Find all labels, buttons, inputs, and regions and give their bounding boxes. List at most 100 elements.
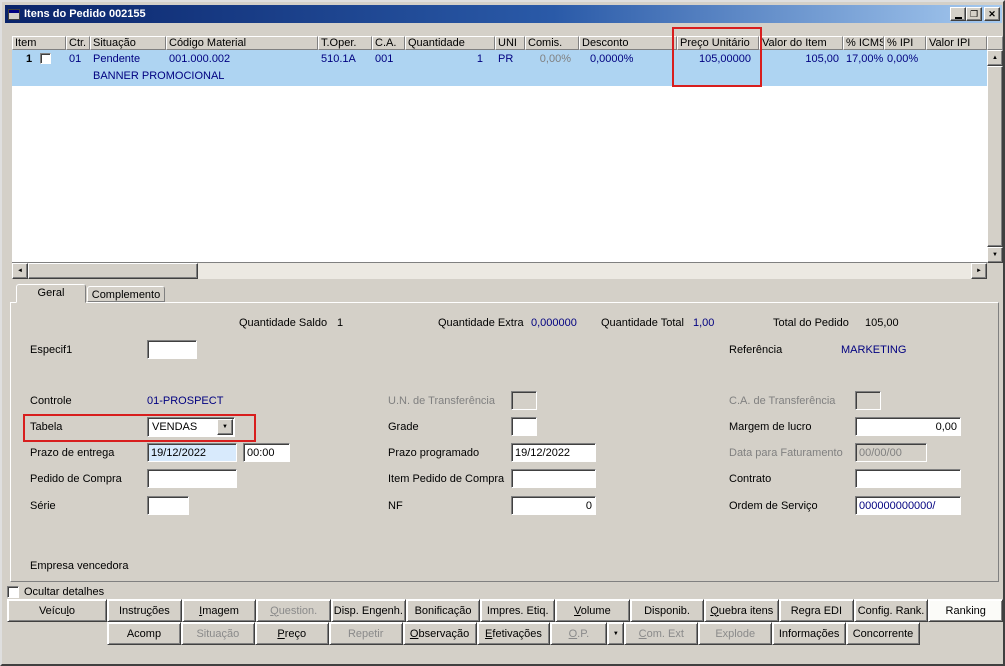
serie-input[interactable]: [147, 496, 189, 515]
button-quebra-itens[interactable]: Quebra itens: [704, 599, 780, 622]
minimize-button[interactable]: [950, 7, 966, 21]
quantidade-extra-value: 0,000000: [531, 317, 577, 329]
referencia-label: Referência: [729, 344, 783, 356]
prazo-entrega-date-input[interactable]: [147, 443, 237, 462]
button-o-p: O.P.: [550, 622, 608, 645]
especif1-input[interactable]: [147, 340, 197, 359]
button-situacao: Situação: [180, 622, 255, 645]
button-repetir: Repetir: [328, 622, 403, 645]
material-description-line: BANNER PROMOCIONAL: [12, 68, 987, 82]
close-button[interactable]: ✕: [984, 7, 1000, 21]
order-item-row[interactable]: 1 01 Pendente 001.000.002 510.1A 001 1 P…: [12, 50, 987, 86]
contrato-input[interactable]: [855, 469, 961, 488]
tab-geral-label: Geral: [37, 287, 65, 299]
quantidade-saldo-label: Quantidade Saldo: [239, 317, 328, 329]
button-impres-etiq[interactable]: Impres. Etiq.: [480, 599, 556, 622]
column-header-situacao[interactable]: Situação: [90, 36, 166, 50]
column-header-comis[interactable]: Comis.: [525, 36, 579, 50]
cell-uni: PR: [498, 53, 514, 65]
button-com-ext: Com. Ext: [624, 622, 699, 645]
quantidade-total-value: 1,00: [693, 317, 715, 329]
pedido-compra-input[interactable]: [147, 469, 237, 488]
nf-input[interactable]: [511, 496, 596, 515]
tab-complemento[interactable]: Complemento: [87, 286, 165, 302]
column-header-codigo-material[interactable]: Código Material: [166, 36, 318, 50]
column-header-icms[interactable]: % ICMS: [843, 36, 884, 50]
tabela-select[interactable]: VENDAS ▼: [147, 417, 235, 437]
column-header-quantidade[interactable]: Quantidade: [405, 36, 495, 50]
scroll-up-button[interactable]: ▲: [987, 50, 1003, 66]
un-transferencia-label: U.N. de Transferência: [388, 395, 495, 407]
ocultar-detalhes-checkbox[interactable]: [7, 585, 19, 598]
prazo-entrega-time-input[interactable]: [243, 443, 290, 462]
scroll-up-icon: ▲: [992, 55, 998, 61]
button-observacao[interactable]: Observação: [402, 622, 477, 645]
button-efetivacoes[interactable]: Efetivações: [476, 622, 551, 645]
column-header-valor-do-item[interactable]: Valor do Item: [759, 36, 843, 50]
nf-label: NF: [388, 500, 403, 512]
cell-ipi: 0,00%: [887, 53, 919, 65]
titlebar[interactable]: Itens do Pedido 002155 ❐ ✕: [5, 5, 1002, 23]
item-number: 1: [26, 53, 33, 65]
chevron-down-icon[interactable]: ▼: [217, 419, 233, 435]
button-config-rank[interactable]: Config. Rank.: [853, 599, 929, 622]
button-informacoes[interactable]: Informações: [772, 622, 847, 645]
cell-item: 1: [12, 52, 66, 68]
horizontal-scrollbar-thumb[interactable]: [28, 263, 198, 279]
button-acomp[interactable]: Acomp: [107, 622, 181, 645]
row-checkbox[interactable]: [40, 52, 52, 64]
scroll-right-button[interactable]: ►: [971, 263, 987, 279]
cell-valor-item: 105,00: [805, 53, 839, 65]
button-preco[interactable]: Preço: [254, 622, 329, 645]
item-pedido-compra-label: Item Pedido de Compra: [388, 473, 505, 485]
column-header-item[interactable]: Item: [12, 36, 66, 50]
column-header-c-a[interactable]: C.A.: [372, 36, 405, 50]
button-row-1: Veículo Instruções Imagem Question. Disp. En…: [7, 599, 1003, 622]
button-disp-engenh[interactable]: Disp. Engenh.: [331, 599, 406, 622]
minimize-icon: [954, 16, 962, 19]
ocultar-detalhes-label[interactable]: Ocultar detalhes: [24, 586, 104, 598]
scroll-down-button[interactable]: ▼: [987, 247, 1003, 263]
horizontal-scrollbar[interactable]: ◄ ►: [12, 263, 987, 279]
button-volume[interactable]: Volume: [555, 599, 630, 622]
button-concorrente[interactable]: Concorrente: [846, 622, 920, 645]
button-instrucoes[interactable]: Instruções: [107, 599, 182, 622]
quantidade-extra-label: Quantidade Extra: [438, 317, 524, 329]
button-bonificacao[interactable]: Bonificação: [405, 599, 481, 622]
prazo-programado-input[interactable]: [511, 443, 596, 462]
column-header-t-oper[interactable]: T.Oper.: [318, 36, 372, 50]
button-explode: Explode: [698, 622, 773, 645]
margem-lucro-input[interactable]: [855, 417, 961, 436]
pedido-compra-label: Pedido de Compra: [30, 473, 122, 485]
total-pedido-label: Total do Pedido: [773, 317, 849, 329]
vertical-scrollbar-thumb[interactable]: [987, 66, 1003, 247]
order-items-grid[interactable]: 1 01 Pendente 001.000.002 510.1A 001 1 P…: [12, 50, 987, 263]
button-ranking[interactable]: Ranking: [928, 599, 1003, 622]
column-header-desconto[interactable]: Desconto: [579, 36, 677, 50]
cell-situacao: Pendente: [93, 53, 141, 65]
maximize-icon: ❐: [969, 8, 979, 19]
column-header-ipi[interactable]: % IPI: [884, 36, 926, 50]
button-o-p-dropdown-arrow[interactable]: ▼: [607, 622, 625, 645]
column-header-valor-ipi[interactable]: Valor IPI: [926, 36, 987, 50]
button-disponib[interactable]: Disponib.: [629, 599, 705, 622]
scrollbar-corner: [987, 263, 1003, 279]
close-icon: ✕: [988, 8, 996, 19]
button-regra-edi[interactable]: Regra EDI: [779, 599, 854, 622]
maximize-button[interactable]: ❐: [966, 7, 982, 21]
contrato-label: Contrato: [729, 473, 772, 485]
grade-input[interactable]: [511, 417, 537, 436]
cell-t-oper: 510.1A: [321, 53, 356, 65]
vertical-scrollbar[interactable]: ▲ ▼: [987, 50, 1003, 263]
empresa-vencedora-label: Empresa vencedora: [30, 560, 129, 572]
column-header-uni[interactable]: UNI: [495, 36, 525, 50]
column-header-preco-unitario[interactable]: Preço Unitário: [677, 36, 759, 50]
ordem-servico-input[interactable]: [855, 496, 961, 515]
cell-ca: 001: [375, 53, 394, 65]
button-imagem[interactable]: Imagem: [181, 599, 257, 622]
column-header-ctr[interactable]: Ctr.: [66, 36, 90, 50]
button-veiculo[interactable]: Veículo: [7, 599, 107, 622]
tab-geral[interactable]: Geral: [16, 284, 86, 303]
scroll-left-button[interactable]: ◄: [12, 263, 28, 279]
item-pedido-compra-input[interactable]: [511, 469, 596, 488]
